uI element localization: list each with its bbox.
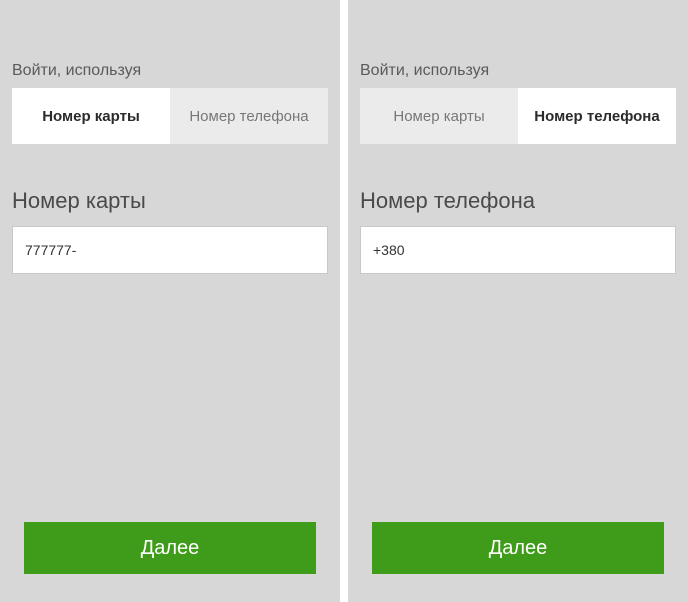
login-using-label: Войти, используя [12,62,328,80]
phone-number-label: Номер телефона [360,188,676,214]
login-method-tabs: Номер карты Номер телефона [360,88,676,144]
card-number-label: Номер карты [12,188,328,214]
login-panel-phone: Войти, используя Номер карты Номер телеф… [348,0,688,602]
tab-card-number[interactable]: Номер карты [12,88,170,144]
next-button[interactable]: Далее [24,522,316,574]
tab-phone-number[interactable]: Номер телефона [518,88,676,144]
card-number-input[interactable] [12,226,328,274]
login-method-tabs: Номер карты Номер телефона [12,88,328,144]
tab-card-number[interactable]: Номер карты [360,88,518,144]
tab-phone-number[interactable]: Номер телефона [170,88,328,144]
login-panel-card: Войти, используя Номер карты Номер телеф… [0,0,340,602]
next-button[interactable]: Далее [372,522,664,574]
phone-number-input[interactable] [360,226,676,274]
login-using-label: Войти, используя [360,62,676,80]
